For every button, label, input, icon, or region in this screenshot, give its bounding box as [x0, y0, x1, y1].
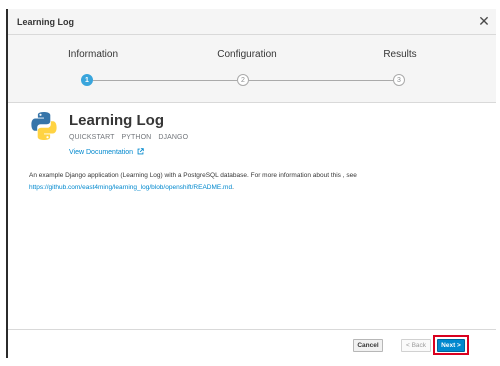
step-connector	[249, 80, 399, 81]
modal-title: Learning Log	[17, 17, 74, 27]
tag-list: QUICKSTART PYTHON DJANGO	[69, 134, 193, 141]
app-description: An example Django application (Learning …	[29, 170, 469, 194]
view-documentation-label[interactable]: View Documentation	[69, 149, 133, 156]
description-text: An example Django application (Learning …	[29, 172, 357, 179]
step-circle-3[interactable]: 3	[393, 74, 405, 86]
external-link-icon	[137, 148, 144, 155]
wizard-steps: Information Configuration Results 1 2 3	[8, 35, 496, 103]
tag-python: PYTHON	[121, 134, 152, 141]
step-connector	[93, 80, 237, 81]
page: Learning Log ✕ Information Configuration…	[0, 0, 500, 366]
back-button[interactable]: < Back	[401, 339, 431, 352]
close-icon[interactable]: ✕	[476, 12, 492, 30]
tag-quickstart: QUICKSTART	[69, 134, 115, 141]
python-logo-icon	[31, 112, 57, 140]
view-documentation-link[interactable]: View Documentation	[69, 148, 144, 156]
repository-link-suffix: .	[232, 184, 234, 191]
modal-dialog: Learning Log ✕ Information Configuration…	[6, 9, 496, 358]
tag-django: DJANGO	[158, 134, 189, 141]
step-label-results[interactable]: Results	[370, 49, 430, 60]
step-label-configuration[interactable]: Configuration	[207, 49, 287, 60]
step-circle-2[interactable]: 2	[237, 74, 249, 86]
app-name: Learning Log	[69, 112, 164, 129]
step-circle-1[interactable]: 1	[81, 74, 93, 86]
repository-link[interactable]: https://github.com/east4ming/learning_lo…	[29, 184, 232, 191]
next-button[interactable]: Next >	[437, 339, 465, 352]
cancel-button[interactable]: Cancel	[353, 339, 383, 352]
modal-header: Learning Log ✕	[8, 9, 496, 35]
step-label-information[interactable]: Information	[60, 49, 126, 60]
